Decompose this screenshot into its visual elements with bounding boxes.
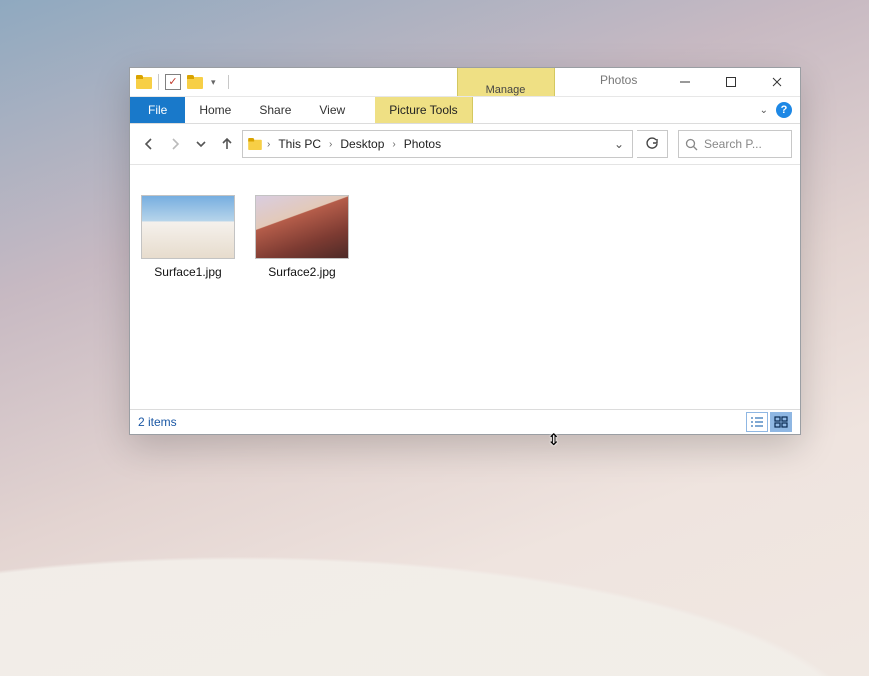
view-thumbnails-button[interactable] xyxy=(770,412,792,432)
search-input[interactable]: Search P... xyxy=(678,130,792,158)
status-item-count: 2 items xyxy=(138,415,177,429)
help-icon[interactable]: ? xyxy=(776,102,792,118)
qat-separator xyxy=(158,74,159,90)
address-folder-icon xyxy=(248,138,262,150)
ribbon-tab-picture-tools[interactable]: Picture Tools xyxy=(375,97,472,123)
desktop-dune xyxy=(0,496,869,676)
close-button[interactable] xyxy=(754,68,800,96)
file-item[interactable]: Surface1.jpg xyxy=(140,195,236,279)
file-name-label: Surface1.jpg xyxy=(154,265,221,279)
maximize-icon xyxy=(725,76,737,88)
ribbon-collapse-icon[interactable]: ⌄ xyxy=(760,105,768,116)
search-icon xyxy=(685,138,698,151)
breadcrumb-segment-this-pc[interactable]: This PC xyxy=(274,137,325,151)
status-bar: 2 items xyxy=(130,409,800,434)
ribbon-tab-view[interactable]: View xyxy=(305,97,359,123)
nav-up-button[interactable] xyxy=(216,133,238,155)
file-list-area[interactable]: Surface1.jpg Surface2.jpg xyxy=(130,165,800,409)
ribbon-tab-home[interactable]: Home xyxy=(185,97,245,123)
file-item[interactable]: Surface2.jpg xyxy=(254,195,350,279)
address-history-dropdown-icon[interactable]: ⌄ xyxy=(614,137,624,151)
nav-back-button[interactable] xyxy=(138,133,160,155)
address-bar[interactable]: › This PC › Desktop › Photos ⌄ xyxy=(242,130,633,158)
ribbon-tab-strip: File Home Share View Picture Tools ⌄ ? xyxy=(130,97,800,124)
nav-forward-button[interactable] xyxy=(164,133,186,155)
file-thumbnail xyxy=(255,195,349,259)
close-icon xyxy=(771,76,783,88)
view-mode-buttons xyxy=(746,412,792,432)
minimize-icon xyxy=(679,76,691,88)
breadcrumb-chevron-icon[interactable]: › xyxy=(265,139,272,150)
arrow-left-icon xyxy=(141,136,157,152)
title-bar[interactable]: ✓ ▾ Manage Photos xyxy=(130,68,800,97)
file-name-label: Surface2.jpg xyxy=(268,265,335,279)
thumbnails-view-icon xyxy=(774,416,788,428)
breadcrumb-chevron-icon[interactable]: › xyxy=(327,139,334,150)
navigation-row: › This PC › Desktop › Photos ⌄ Search P.… xyxy=(130,124,800,165)
ribbon-context-group-manage: Manage xyxy=(457,68,555,96)
chevron-down-icon xyxy=(196,139,206,149)
window-controls xyxy=(662,68,800,96)
breadcrumb-segment-photos[interactable]: Photos xyxy=(400,137,445,151)
ribbon-right-controls: ⌄ ? xyxy=(760,97,800,123)
properties-check-icon[interactable]: ✓ xyxy=(165,74,181,90)
refresh-icon xyxy=(645,137,659,151)
folder-icon xyxy=(136,75,152,89)
ribbon-tab-file[interactable]: File xyxy=(130,97,185,123)
file-explorer-window: ✓ ▾ Manage Photos xyxy=(129,67,801,435)
new-folder-icon[interactable] xyxy=(187,75,203,89)
window-title: Photos xyxy=(600,73,637,87)
qat-overflow-separator xyxy=(228,75,229,89)
minimize-button[interactable] xyxy=(662,68,708,96)
arrow-right-icon xyxy=(167,136,183,152)
arrow-up-icon xyxy=(219,136,235,152)
details-view-icon xyxy=(750,416,764,428)
ribbon-tab-share[interactable]: Share xyxy=(245,97,305,123)
file-thumbnail xyxy=(141,195,235,259)
breadcrumb-chevron-icon[interactable]: › xyxy=(390,139,397,150)
search-placeholder: Search P... xyxy=(704,137,762,151)
view-details-button[interactable] xyxy=(746,412,768,432)
maximize-button[interactable] xyxy=(708,68,754,96)
nav-recent-dropdown[interactable] xyxy=(190,133,212,155)
qat-dropdown-icon[interactable]: ▾ xyxy=(209,77,218,88)
refresh-button[interactable] xyxy=(637,130,668,158)
desktop-background: ✓ ▾ Manage Photos xyxy=(0,0,869,676)
breadcrumb-segment-desktop[interactable]: Desktop xyxy=(336,137,388,151)
ribbon-context-group-label: Manage xyxy=(486,83,526,96)
quick-access-toolbar: ✓ ▾ xyxy=(130,68,233,96)
